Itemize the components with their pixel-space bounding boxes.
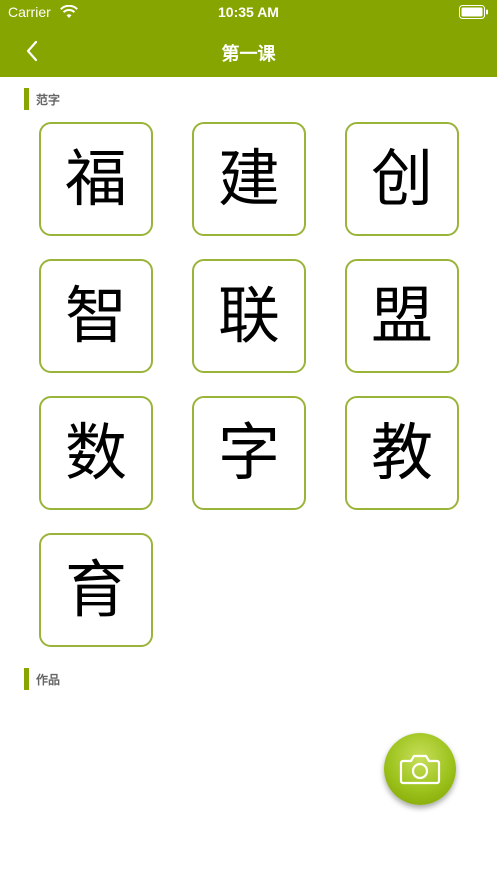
page-title: 第一课 [221, 44, 276, 65]
battery-icon [459, 5, 488, 19]
navigation-bar: 第一课 [0, 26, 497, 77]
camera-button[interactable] [384, 733, 456, 805]
character-glyph: 创 [370, 142, 433, 215]
character-tile[interactable]: 育 [39, 533, 153, 647]
section-label-works: 作品 [36, 672, 61, 687]
section-accent-bar [24, 668, 29, 690]
character-tile[interactable]: 教 [345, 396, 459, 510]
character-glyph: 字 [217, 416, 280, 489]
status-time: 10:35 AM [218, 4, 279, 20]
character-glyph: 智 [64, 279, 127, 352]
character-tile[interactable]: 盟 [345, 259, 459, 373]
character-tile[interactable]: 创 [345, 122, 459, 236]
character-glyph: 盟 [370, 279, 433, 352]
character-tile[interactable]: 数 [39, 396, 153, 510]
character-glyph: 数 [64, 416, 127, 489]
character-tile[interactable]: 福 [39, 122, 153, 236]
character-tile[interactable]: 智 [39, 259, 153, 373]
character-tile[interactable]: 字 [192, 396, 306, 510]
character-tile[interactable]: 联 [192, 259, 306, 373]
character-glyph: 福 [64, 142, 127, 215]
section-accent-bar [24, 88, 29, 110]
camera-icon [399, 754, 441, 785]
character-glyph: 建 [217, 142, 280, 215]
character-glyph: 教 [370, 416, 433, 489]
section-label-examples: 范字 [36, 92, 61, 107]
section-header-examples: 范字 [24, 88, 60, 110]
top-bar: Carrier 10:35 AM 第一课 [0, 0, 497, 77]
status-bar: Carrier 10:35 AM [0, 0, 497, 26]
character-glyph: 育 [64, 553, 127, 626]
section-header-works: 作品 [24, 668, 60, 690]
character-glyph: 联 [217, 279, 280, 352]
character-tile[interactable]: 建 [192, 122, 306, 236]
back-button[interactable] [18, 36, 48, 66]
